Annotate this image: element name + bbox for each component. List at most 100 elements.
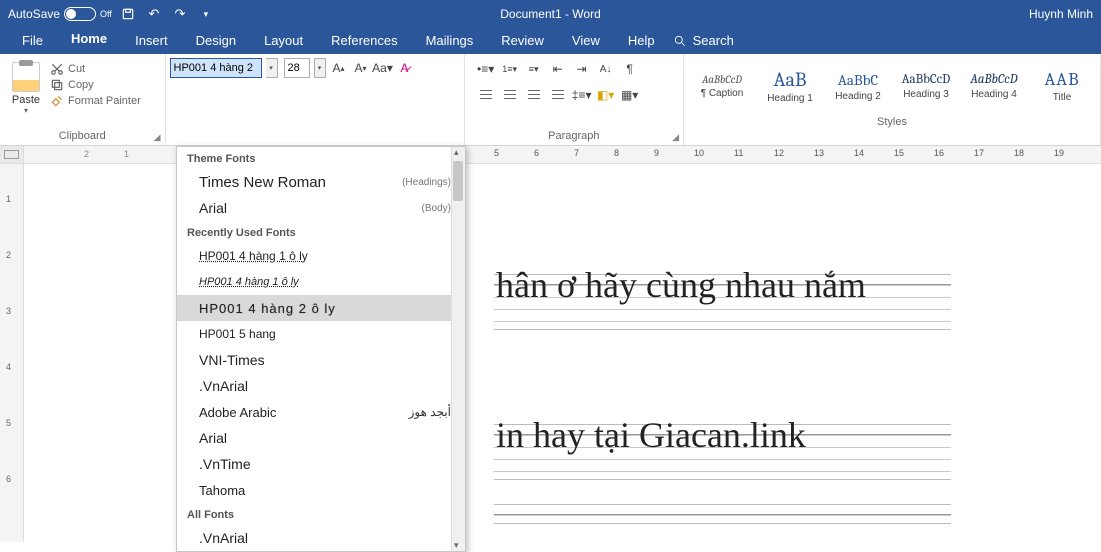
search-box[interactable]: Search	[673, 33, 734, 54]
increase-indent-icon[interactable]: ⇥	[573, 60, 591, 78]
font-sample-rtl: أبجد هوز	[409, 405, 451, 419]
font-name-input[interactable]	[170, 58, 262, 78]
style-label: Heading 4	[971, 89, 1017, 100]
font-size-input[interactable]	[284, 58, 310, 78]
shading-icon[interactable]: ◧▾	[597, 86, 615, 104]
font-dropdown-list[interactable]: Theme Fonts Times New Roman(Headings)Ari…	[176, 146, 466, 552]
bullets-icon[interactable]: •≡▾	[477, 60, 495, 78]
tab-file[interactable]: File	[8, 29, 57, 54]
shrink-font-icon[interactable]: A▾	[352, 59, 370, 77]
tab-layout[interactable]: Layout	[250, 29, 317, 54]
font-option[interactable]: .VnTime	[177, 451, 465, 477]
font-option[interactable]: HP001 5 hang	[177, 321, 465, 347]
redo-icon[interactable]: ↷	[170, 4, 190, 24]
show-marks-icon[interactable]: ¶	[621, 60, 639, 78]
tab-design[interactable]: Design	[182, 29, 250, 54]
ruler-tick: 19	[1054, 148, 1064, 158]
font-option[interactable]: Arial	[177, 425, 465, 451]
font-option[interactable]: HP001 4 hàng 1 ô ly	[177, 243, 465, 269]
tab-selector-icon[interactable]	[0, 146, 24, 163]
style-preview: AaBbCcD	[902, 72, 951, 87]
ruler-tick: 1	[124, 149, 129, 159]
ruler-tick: 11	[734, 148, 743, 158]
title-bar: AutoSave Off ↶ ↷ ▾ Document1 - Word Huyn…	[0, 0, 1101, 28]
autosave-toggle[interactable]: AutoSave Off	[8, 7, 112, 21]
justify-icon[interactable]	[549, 86, 567, 104]
tab-home[interactable]: Home	[57, 27, 121, 54]
ruler-tick: 5	[494, 148, 499, 158]
font-size-dropdown-button[interactable]: ▾	[314, 58, 326, 78]
tab-view[interactable]: View	[558, 29, 614, 54]
style-heading-4[interactable]: AaBbCcDHeading 4	[962, 58, 1026, 114]
sort-icon[interactable]: A↓	[597, 60, 615, 78]
save-icon[interactable]	[118, 4, 138, 24]
tab-help[interactable]: Help	[614, 29, 669, 54]
style-preview: AaBbCcD	[702, 73, 742, 86]
font-option[interactable]: HP001 4 hàng 2 ô ly	[177, 295, 465, 321]
dialog-launcher-icon[interactable]: ◢	[0, 132, 165, 145]
align-left-icon[interactable]	[477, 86, 495, 104]
align-right-icon[interactable]	[525, 86, 543, 104]
font-name-dropdown-button[interactable]: ▾	[266, 58, 278, 78]
font-name-preview: HP001 5 hang	[199, 327, 276, 341]
font-option[interactable]: Adobe Arabicأبجد هوز	[177, 399, 465, 425]
font-option[interactable]: HP001 4 hàng 1 ô ly	[177, 269, 465, 295]
font-option[interactable]: VNI-Times	[177, 347, 465, 373]
font-option[interactable]: .VnArial	[177, 525, 465, 551]
ruler-tick: 7	[574, 148, 579, 158]
dialog-launcher-icon[interactable]: ◢	[465, 132, 683, 145]
ruler-tick: 9	[654, 148, 659, 158]
font-name-preview: Arial	[199, 200, 227, 216]
ruler-tick: 16	[934, 148, 944, 158]
multilevel-icon[interactable]: ≡▾	[525, 60, 543, 78]
cut-button[interactable]: Cut	[50, 62, 141, 76]
copy-button[interactable]: Copy	[50, 78, 141, 92]
group-font: ▾ ▾ A▴ A▾ Aa▾ A̷	[166, 54, 465, 145]
line-spacing-icon[interactable]: ‡≡▾	[573, 86, 591, 104]
ruler-tick: 12	[774, 148, 784, 158]
clear-formatting-icon[interactable]: A̷	[396, 59, 414, 77]
tab-insert[interactable]: Insert	[121, 29, 182, 54]
style--caption[interactable]: AaBbCcD¶ Caption	[690, 58, 754, 114]
style-preview: AaB	[774, 68, 807, 91]
ruler-tick: 6	[534, 148, 539, 158]
ruler-tick: 14	[854, 148, 864, 158]
change-case-icon[interactable]: Aa▾	[374, 59, 392, 77]
tab-review[interactable]: Review	[487, 29, 558, 54]
align-center-icon[interactable]	[501, 86, 519, 104]
font-option[interactable]: Arial(Body)	[177, 195, 465, 221]
qat-customize-icon[interactable]: ▾	[196, 4, 216, 24]
format-painter-button[interactable]: Format Painter	[50, 94, 141, 108]
user-name[interactable]: Huynh Minh	[1029, 7, 1093, 21]
ruler-tick: 13	[814, 148, 824, 158]
tab-mailings[interactable]: Mailings	[412, 29, 488, 54]
document-text-line-2[interactable]: in hay tại Giacan.link	[496, 414, 806, 456]
borders-icon[interactable]: ▦▾	[621, 86, 639, 104]
ruler-tick: 15	[894, 148, 904, 158]
style-heading-2[interactable]: AaBbCHeading 2	[826, 58, 890, 114]
chevron-down-icon[interactable]: ▾	[24, 106, 28, 115]
tab-references[interactable]: References	[317, 29, 411, 54]
font-option[interactable]: Tahoma	[177, 477, 465, 503]
paste-button[interactable]: Paste ▾	[6, 58, 46, 124]
font-option[interactable]: Times New Roman(Headings)	[177, 169, 465, 195]
style-heading-3[interactable]: AaBbCcDHeading 3	[894, 58, 958, 114]
group-styles: AaBbCcD¶ CaptionAaBHeading 1AaBbCHeading…	[684, 54, 1101, 145]
document-text-line-1[interactable]: hân ơ hãy cùng nhau nắm	[496, 264, 866, 306]
font-name-preview: Tahoma	[199, 483, 245, 498]
style-label: Heading 2	[835, 91, 881, 102]
paste-label: Paste	[12, 94, 40, 106]
scrollbar[interactable]	[451, 147, 465, 551]
vertical-ruler[interactable]: 123456	[0, 164, 24, 542]
horizontal-ruler[interactable]: 2 1 5678910111213141516171819	[0, 146, 1101, 164]
style-heading-1[interactable]: AaBHeading 1	[758, 58, 822, 114]
decrease-indent-icon[interactable]: ⇤	[549, 60, 567, 78]
numbering-icon[interactable]: 1≡▾	[501, 60, 519, 78]
scrollbar-thumb[interactable]	[453, 161, 463, 201]
font-name-preview: .VnTime	[199, 456, 251, 472]
undo-icon[interactable]: ↶	[144, 4, 164, 24]
ruler-tick: 2	[6, 250, 11, 260]
style-title[interactable]: AABTitle	[1030, 58, 1094, 114]
font-option[interactable]: .VnArial	[177, 373, 465, 399]
grow-font-icon[interactable]: A▴	[330, 59, 348, 77]
